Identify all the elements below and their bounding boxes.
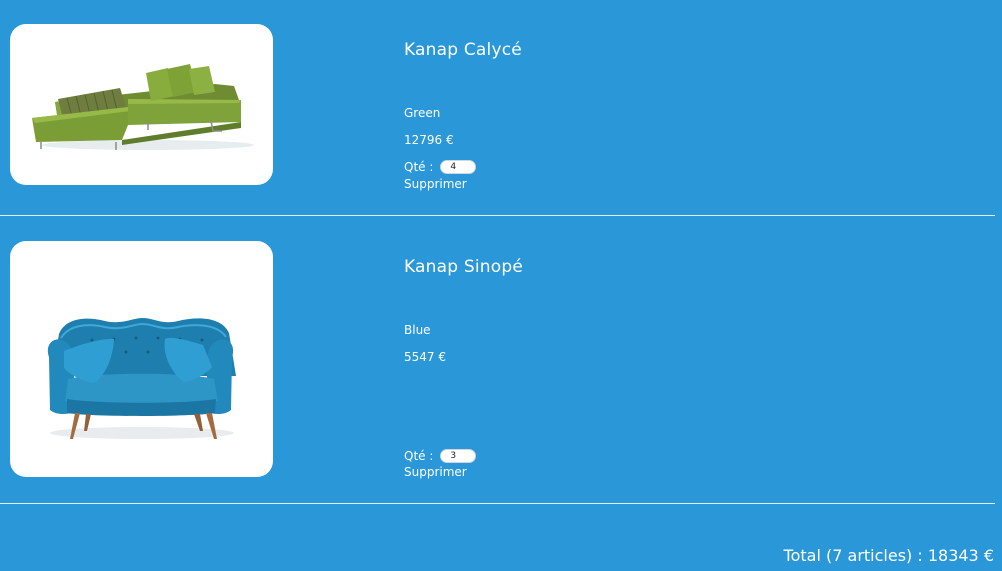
green-sectional-sofa-image: [32, 64, 254, 150]
blue-tufted-sofa-image: [47, 318, 236, 439]
cart-item: Kanap Calycé Green 12796 € Qté : Supprim…: [0, 0, 995, 216]
product-name: Kanap Calycé: [404, 40, 522, 60]
quantity-row: Qté :: [404, 160, 477, 174]
quantity-label: Qté :: [404, 160, 434, 174]
product-price: 5547 €: [404, 350, 446, 364]
delete-item-button[interactable]: Supprimer: [404, 177, 467, 191]
delete-item-button[interactable]: Supprimer: [404, 465, 467, 479]
quantity-label: Qté :: [404, 449, 434, 463]
quantity-input[interactable]: [440, 449, 477, 463]
quantity-input[interactable]: [440, 160, 477, 174]
cart-total: Total (7 articles) : 18343 €: [783, 546, 994, 565]
product-price: 12796 €: [404, 133, 454, 147]
product-name: Kanap Sinopé: [404, 257, 523, 277]
quantity-row: Qté :: [404, 449, 477, 463]
product-color: Green: [404, 106, 441, 120]
cart-item: Kanap Sinopé Blue 5547 € Qté : Supprimer: [0, 215, 995, 504]
product-image-green-sofa: [10, 24, 273, 185]
product-color: Blue: [404, 323, 431, 337]
product-image-blue-sofa: [10, 241, 273, 477]
